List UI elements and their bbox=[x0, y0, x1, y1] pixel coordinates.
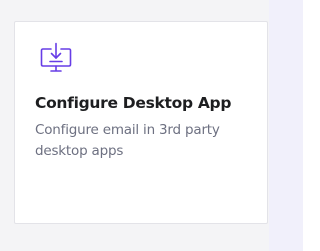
card-description: Configure email in 3rd party desktop app… bbox=[35, 122, 220, 159]
desktop-download-icon bbox=[39, 42, 73, 74]
side-panel bbox=[269, 0, 303, 251]
configure-desktop-app-card[interactable]: Configure Desktop App Configure email in… bbox=[14, 21, 268, 224]
card-title: Configure Desktop App bbox=[35, 94, 232, 112]
